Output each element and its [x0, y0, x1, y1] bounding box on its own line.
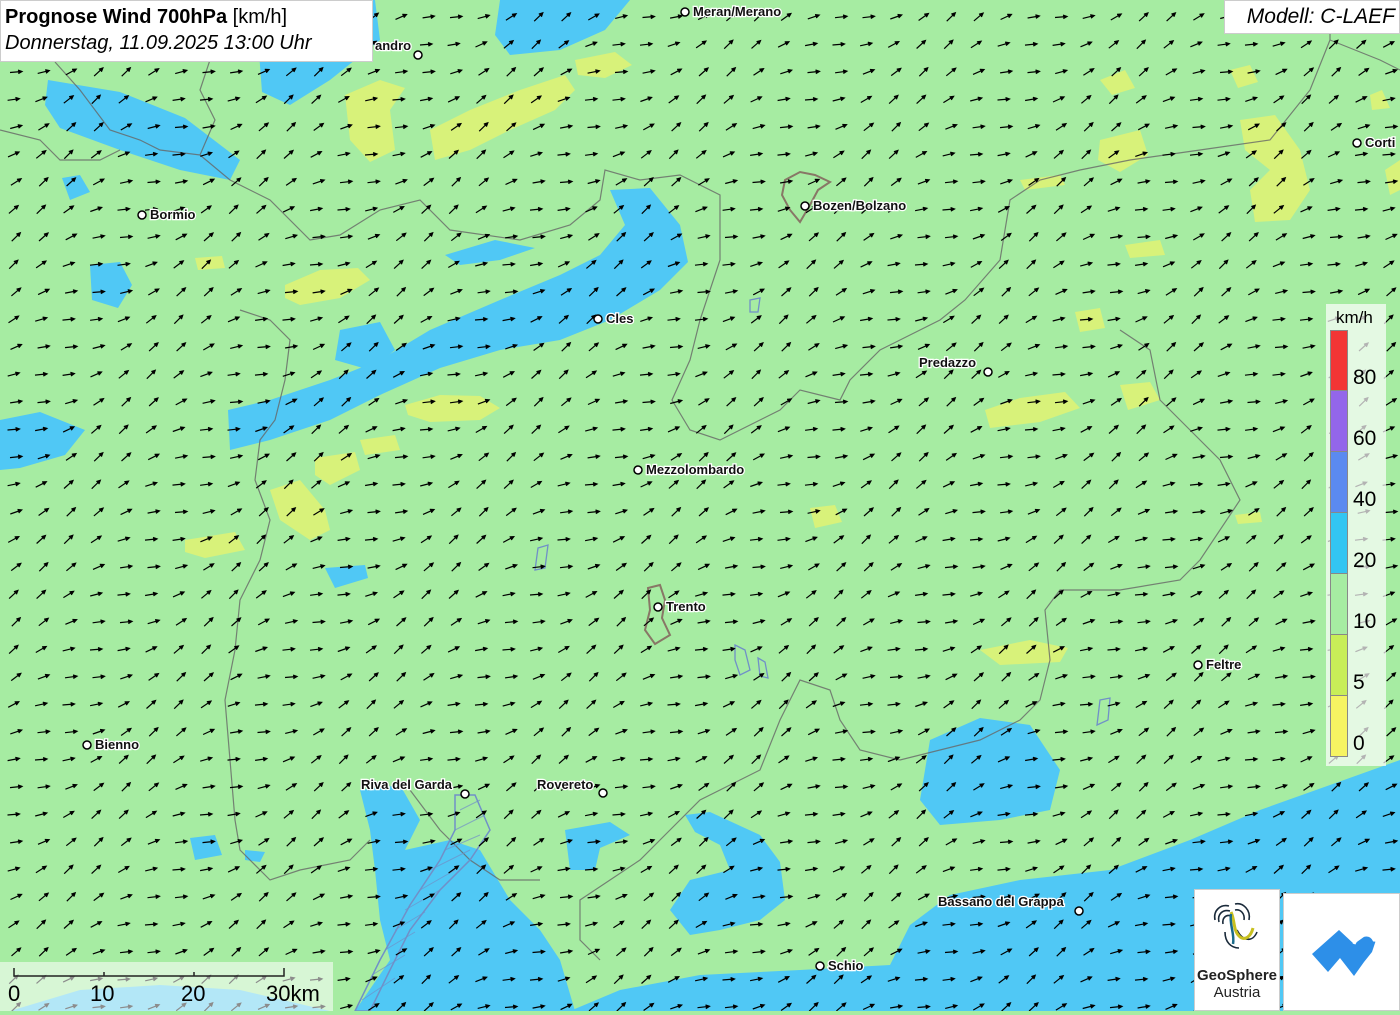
scale-label-30km: 30km [266, 981, 320, 1006]
legend-tick-5: 5 [1353, 671, 1365, 694]
wind-map[interactable]: Meran/Merano andro Corti Bormio Bozen/Bo… [0, 0, 1400, 1011]
legend-segment [1330, 513, 1348, 574]
city-label-rovereto: Rovereto [537, 777, 593, 792]
legend-color-bar [1330, 330, 1348, 757]
partner-logo[interactable] [1283, 893, 1400, 1011]
geosphere-logo[interactable]: GeoSphere Austria [1194, 889, 1280, 1011]
legend-segment [1330, 391, 1348, 452]
city-meran[interactable]: Meran/Merano [680, 3, 782, 20]
legend-unit: km/h [1336, 308, 1373, 327]
geosphere-icon [1213, 902, 1258, 949]
legend-tick-10: 10 [1353, 610, 1377, 633]
city-label-riva: Riva del Garda [361, 777, 453, 792]
city-label-bormio: Bormio [150, 207, 196, 222]
map-title: Prognose Wind 700hPa [km/h] [5, 4, 368, 30]
city-label-meran: Meran/Merano [693, 4, 781, 19]
map-title-main: Prognose Wind 700hPa [5, 6, 228, 28]
city-label-andro: andro [375, 38, 411, 53]
scale-label-0: 0 [8, 981, 21, 1006]
city-label-schio: Schio [828, 958, 863, 973]
legend-segment [1330, 635, 1348, 696]
legend-tick-40: 40 [1353, 488, 1377, 511]
scale-bar: 0 10 20 30km [0, 962, 333, 1011]
cloud-arrow-icon [1312, 930, 1382, 976]
city-label-bozen: Bozen/Bolzano [813, 198, 906, 213]
map-title-unit: [km/h] [227, 6, 288, 28]
scale-label-10: 10 [90, 981, 115, 1006]
map-datetime: Donnerstag, 11.09.2025 13:00 Uhr [5, 32, 312, 54]
scale-label-20: 20 [181, 981, 206, 1006]
legend-tick-0: 0 [1353, 732, 1365, 755]
color-legend: km/h 80 60 40 20 10 5 0 [1326, 304, 1386, 766]
city-bozen[interactable]: Bozen/Bolzano [800, 197, 907, 214]
city-label-bassano: Bassano del Grappa [938, 894, 1064, 909]
city-label-predazzo: Predazzo [919, 355, 976, 370]
scale-bar-line [13, 968, 285, 977]
map-title-box: Prognose Wind 700hPa [km/h] Donnerstag, … [0, 0, 373, 62]
city-label-bienno: Bienno [95, 737, 139, 752]
legend-segment [1330, 696, 1348, 757]
city-label-mezzolombardo: Mezzolombardo [646, 462, 744, 477]
legend-tick-60: 60 [1353, 427, 1377, 450]
legend-segment [1330, 452, 1348, 513]
legend-tick-20: 20 [1353, 549, 1377, 572]
city-label-cles: Cles [606, 311, 633, 326]
geosphere-sub: Austria [1213, 984, 1261, 1001]
city-label-corti: Corti [1365, 135, 1395, 150]
geosphere-name: GeoSphere [1196, 967, 1278, 984]
city-label-feltre: Feltre [1206, 657, 1241, 672]
legend-tick-80: 80 [1353, 366, 1377, 389]
legend-segment [1330, 574, 1348, 635]
city-mezzolombardo[interactable]: Mezzolombardo [633, 461, 746, 478]
legend-segment [1330, 330, 1348, 391]
model-label: Modell: C-LAEF [1224, 0, 1400, 34]
city-label-trento: Trento [666, 599, 706, 614]
